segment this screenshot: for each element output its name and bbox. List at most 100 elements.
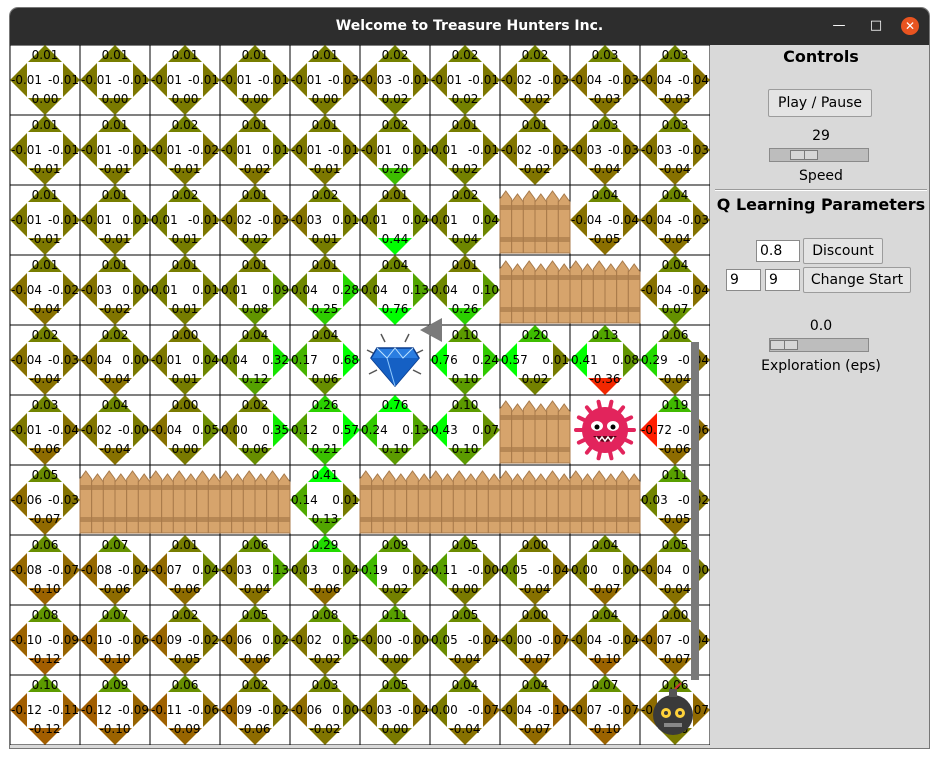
q-right-value: 0.08 <box>612 353 639 367</box>
q-down-value: -0.10 <box>99 652 130 666</box>
q-up-value: 0.00 <box>172 328 199 342</box>
q-cell: 0.07 -0.07 -0.07 -0.10 <box>570 675 640 745</box>
q-right-value: -0.01 <box>468 143 499 157</box>
q-down-value: 0.08 <box>242 302 269 316</box>
q-down-value: -0.04 <box>589 162 620 176</box>
q-cell: 0.02 -0.02 -0.03 -0.02 <box>500 45 570 115</box>
q-right-value: -0.01 <box>118 73 149 87</box>
q-down-value: -0.04 <box>449 652 480 666</box>
speed-slider[interactable] <box>769 148 869 162</box>
q-cell: 0.08 -0.10 -0.09 -0.12 <box>10 605 80 675</box>
q-left-value: -0.01 <box>151 143 182 157</box>
q-left-value: 0.57 <box>501 353 528 367</box>
q-right-value: -0.04 <box>468 633 499 647</box>
q-left-value: 0.05 <box>501 563 528 577</box>
q-down-value: -0.06 <box>309 582 340 596</box>
q-up-value: 0.00 <box>662 608 689 622</box>
q-up-value: 0.13 <box>592 328 619 342</box>
q-up-value: 0.01 <box>312 118 339 132</box>
q-cell: 0.03 -0.04 -0.04 -0.03 <box>640 45 710 115</box>
q-up-value: 0.00 <box>522 538 549 552</box>
q-right-value: -0.02 <box>188 633 219 647</box>
q-left-value: -0.04 <box>11 353 42 367</box>
q-right-value: 0.05 <box>332 633 359 647</box>
fence-icon <box>499 190 571 254</box>
q-up-value: 0.06 <box>172 678 199 692</box>
q-right-value: -0.03 <box>608 143 639 157</box>
q-up-value: 0.10 <box>452 328 479 342</box>
q-cell: 0.01 0.01 -0.01 0.02 <box>430 115 500 185</box>
q-left-value: -0.07 <box>641 633 672 647</box>
q-down-value: 0.10 <box>452 442 479 456</box>
q-cell: 0.05 -0.06 -0.03 -0.07 <box>10 465 80 535</box>
q-up-value: 0.01 <box>32 48 59 62</box>
q-left-value: 0.00 <box>431 703 458 717</box>
q-right-value: 0.13 <box>402 423 429 437</box>
q-up-value: 0.01 <box>102 48 129 62</box>
game-board[interactable]: 0.01 -0.01 -0.01 0.00 0.01 -0.01 -0.01 0.00 0.01… <box>10 45 710 745</box>
start-col-input[interactable]: 9 <box>765 269 800 291</box>
q-cell: 0.11 -0.00 -0.00 0.00 <box>360 605 430 675</box>
fence-icon <box>79 470 151 534</box>
q-left-value: 0.04 <box>431 283 458 297</box>
q-down-value: 0.25 <box>312 302 339 316</box>
q-left-value: -0.01 <box>11 423 42 437</box>
q-right-value: -0.04 <box>48 423 79 437</box>
change-start-button[interactable]: Change Start <box>803 267 911 293</box>
q-up-value: 0.01 <box>32 188 59 202</box>
q-left-value: -0.04 <box>151 423 182 437</box>
q-right-value: -0.00 <box>398 633 429 647</box>
q-cell: 0.01 -0.01 -0.01 0.00 <box>10 45 80 115</box>
q-right-value: -0.01 <box>468 73 499 87</box>
q-up-value: 0.02 <box>172 188 199 202</box>
q-up-value: 0.01 <box>242 48 269 62</box>
q-right-value: 0.01 <box>192 283 219 297</box>
q-down-value: -0.09 <box>169 722 200 736</box>
q-cell: 0.01 -0.01 -0.01 0.00 <box>220 45 290 115</box>
q-cell: 0.01 -0.01 -0.01 0.00 <box>80 45 150 115</box>
q-down-value: 0.00 <box>382 652 409 666</box>
q-right-value: 0.13 <box>402 283 429 297</box>
q-left-value: -0.01 <box>81 73 112 87</box>
q-down-value: 0.00 <box>242 92 269 106</box>
title-bar[interactable]: Welcome to Treasure Hunters Inc. — □ ✕ <box>10 8 929 45</box>
close-icon[interactable]: ✕ <box>901 17 919 35</box>
eps-slider[interactable] <box>769 338 869 352</box>
q-up-value: 0.08 <box>32 608 59 622</box>
fence-icon <box>499 400 571 464</box>
q-left-value: -0.04 <box>641 73 672 87</box>
maximize-icon[interactable]: □ <box>867 17 885 35</box>
q-left-value: 0.00 <box>221 423 248 437</box>
q-right-value: 0.04 <box>192 563 219 577</box>
q-left-value: -0.04 <box>641 213 672 227</box>
fence-icon <box>569 470 641 534</box>
q-up-value: 0.01 <box>522 118 549 132</box>
discount-input[interactable]: 0.8 <box>756 240 800 262</box>
minimize-icon[interactable]: — <box>830 17 848 35</box>
grid-canvas: 0.01-0.01 -0.010.000.01-0.01 -0.010.000.01… <box>10 45 710 745</box>
q-up-value: 0.03 <box>662 48 689 62</box>
q-cell: 0.01 -0.01 -0.01 -0.01 <box>290 115 360 185</box>
monster-icon <box>574 399 636 461</box>
q-down-value: 0.00 <box>382 722 409 736</box>
q-right-value: 0.10 <box>472 283 499 297</box>
eps-slider-handle[interactable] <box>770 340 798 350</box>
q-down-value: -0.06 <box>239 652 270 666</box>
q-left-value: 0.43 <box>431 423 458 437</box>
q-cell: 0.01 -0.02 -0.03 -0.02 <box>500 115 570 185</box>
q-left-value: -0.01 <box>221 143 252 157</box>
q-left-value: 0.19 <box>361 563 388 577</box>
play-pause-button[interactable]: Play / Pause <box>768 89 872 117</box>
discount-button[interactable]: Discount <box>803 238 883 264</box>
q-left-value: 0.14 <box>291 493 318 507</box>
q-up-value: 0.04 <box>102 398 129 412</box>
speed-slider-handle[interactable] <box>790 150 819 160</box>
q-up-value: 0.01 <box>172 48 199 62</box>
q-up-value: 0.01 <box>382 188 409 202</box>
start-row-input[interactable]: 9 <box>726 269 761 291</box>
q-cell: 0.03 -0.01 -0.04 -0.06 <box>10 395 80 465</box>
q-left-value: -0.03 <box>291 213 322 227</box>
speed-value: 29 <box>812 128 830 144</box>
q-right-value: 0.57 <box>332 423 359 437</box>
q-cell: 0.41 0.14 0.01 0.13 <box>290 465 360 535</box>
